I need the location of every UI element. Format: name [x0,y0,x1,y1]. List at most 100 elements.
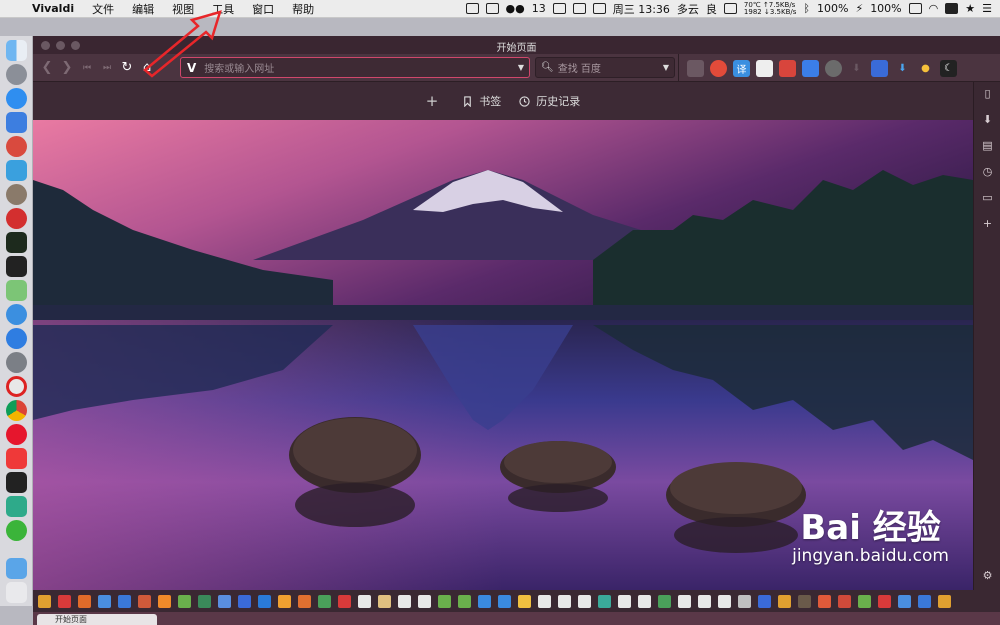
yandex-icon[interactable] [6,376,27,397]
bookmark-shortcut-icon[interactable] [898,594,911,608]
bookmark-shortcut-icon[interactable] [618,594,631,608]
download-extension-icon[interactable]: ⬇ [894,60,911,77]
reload-button[interactable]: ↻ [117,58,137,78]
menu-app-name[interactable]: Vivaldi [28,2,83,15]
bookmark-shortcut-icon[interactable] [798,594,811,608]
address-bar[interactable]: V 搜索或输入网址 ▼ [180,57,530,78]
weather[interactable]: 多云 [677,1,699,17]
activity-monitor-icon[interactable] [6,232,27,253]
fast-forward-button[interactable]: ⏭ [97,58,117,78]
menu-view[interactable]: 视图 [163,1,203,17]
netease-music-icon[interactable] [6,208,27,229]
google-translate-extension-icon[interactable] [802,59,819,77]
bulb-extension-icon[interactable]: ● [917,60,934,77]
translate-extension-icon[interactable]: 译 [733,59,750,77]
bookmark-shortcut-icon[interactable] [238,594,251,608]
bookmark-shortcut-icon[interactable] [718,594,731,608]
bookmark-shortcut-icon[interactable] [418,594,431,608]
wechat-icon[interactable]: ●● [506,2,525,15]
bookmark-shortcut-icon[interactable] [778,594,791,608]
menu-edit[interactable]: 编辑 [123,1,163,17]
bookmark-shortcut-icon[interactable] [118,594,131,608]
migrate-icon[interactable] [6,160,27,181]
bookmark-shortcut-icon[interactable] [758,594,771,608]
wechat-dock-icon[interactable] [6,520,27,541]
panel-history-icon[interactable]: ◷ [980,164,995,179]
star-icon[interactable]: ★ [965,2,975,15]
finder-icon[interactable] [6,40,27,61]
bookmark-shortcut-icon[interactable] [58,594,71,608]
vivaldi-icon[interactable] [6,448,27,469]
rewind-button[interactable]: ⏮ [77,58,97,78]
bookmark-shortcut-icon[interactable] [378,594,391,608]
monitor-icon[interactable] [723,3,737,14]
charging-icon[interactable]: ⚡ [855,2,863,15]
bookmark-shortcut-icon[interactable] [678,594,691,608]
menu-window[interactable]: 窗口 [243,1,283,17]
vpn-extension-icon[interactable] [871,59,888,77]
adblock-extension-icon[interactable] [710,59,727,77]
download-gray-extension-icon[interactable]: ⬇ [848,60,865,77]
downloads-folder-icon[interactable] [6,558,27,579]
panel-window-icon[interactable]: ▭ [980,190,995,205]
system-preferences-icon[interactable] [6,352,27,373]
menu-tools[interactable]: 工具 [203,1,243,17]
bookmark-shortcut-icon[interactable] [598,594,611,608]
add-speed-dial-button[interactable]: + [426,92,439,110]
sync-app-icon[interactable] [6,496,27,517]
trash-icon[interactable] [6,582,27,603]
bookmark-shortcut-icon[interactable] [318,594,331,608]
bookmark-shortcut-icon[interactable] [538,594,551,608]
bookmark-shortcut-icon[interactable] [38,594,51,608]
bookmark-shortcut-icon[interactable] [138,594,151,608]
bookmark-shortcut-icon[interactable] [258,594,271,608]
bookmark-shortcut-icon[interactable] [478,594,491,608]
reader-extension-icon[interactable] [687,59,704,77]
clock-icon[interactable] [6,184,27,205]
panel-bookmarks-icon[interactable]: ▯ [980,86,995,101]
panel-notes-icon[interactable]: ▤ [980,138,995,153]
bookmark-shortcut-icon[interactable] [918,594,931,608]
moon-extension-icon[interactable]: ☾ [940,59,957,77]
calendar-icon[interactable] [592,3,606,14]
bookmark-shortcut-icon[interactable] [858,594,871,608]
page-extension-icon[interactable] [756,59,773,77]
status-icon-2[interactable] [485,3,499,14]
system-stats[interactable]: 70℃ ↑7.5KB/s 1982 ↓3.5KB/s [744,1,796,16]
terminal-icon[interactable] [6,256,27,277]
forward-button[interactable]: ❯ [57,58,77,78]
bookmark-shortcut-icon[interactable] [878,594,891,608]
safari-icon[interactable] [6,88,27,109]
maps-icon[interactable] [6,280,27,301]
film-extension-icon[interactable] [825,59,842,77]
history-tab[interactable]: 历史记录 [519,93,580,109]
back-button[interactable]: ❮ [37,58,57,78]
search-engine-dropdown-icon[interactable]: ▼ [663,63,669,72]
air-quality[interactable]: 良 [706,1,717,17]
weibo-icon[interactable] [6,424,27,445]
chrome-icon[interactable] [6,400,27,421]
bookmark-shortcut-icon[interactable] [698,594,711,608]
wifi-icon[interactable]: ◠ [929,2,939,15]
bookmark-shortcut-icon[interactable] [518,594,531,608]
bookmark-shortcut-icon[interactable] [818,594,831,608]
bookmark-shortcut-icon[interactable] [78,594,91,608]
preview-icon[interactable] [6,112,27,133]
bookmark-shortcut-icon[interactable] [158,594,171,608]
search-field[interactable]: 🔍︎ 查找 百度 ▼ [535,57,675,78]
bookmark-shortcut-icon[interactable] [398,594,411,608]
bookmark-shortcut-icon[interactable] [278,594,291,608]
bookmark-shortcut-icon[interactable] [338,594,351,608]
launchpad-icon[interactable] [6,64,27,85]
app-store-icon[interactable] [6,328,27,349]
address-dropdown-icon[interactable]: ▼ [518,63,524,72]
console-icon[interactable] [6,472,27,493]
bookmark-shortcut-icon[interactable] [358,594,371,608]
panel-downloads-icon[interactable]: ⬇ [980,112,995,127]
bookmark-shortcut-icon[interactable] [178,594,191,608]
panel-settings-icon[interactable]: ⚙ [980,568,995,583]
bookmark-shortcut-icon[interactable] [638,594,651,608]
bookmark-shortcut-icon[interactable] [198,594,211,608]
tab-start-page[interactable]: 开始页面 [37,614,157,625]
status-icon-1[interactable] [465,3,479,14]
